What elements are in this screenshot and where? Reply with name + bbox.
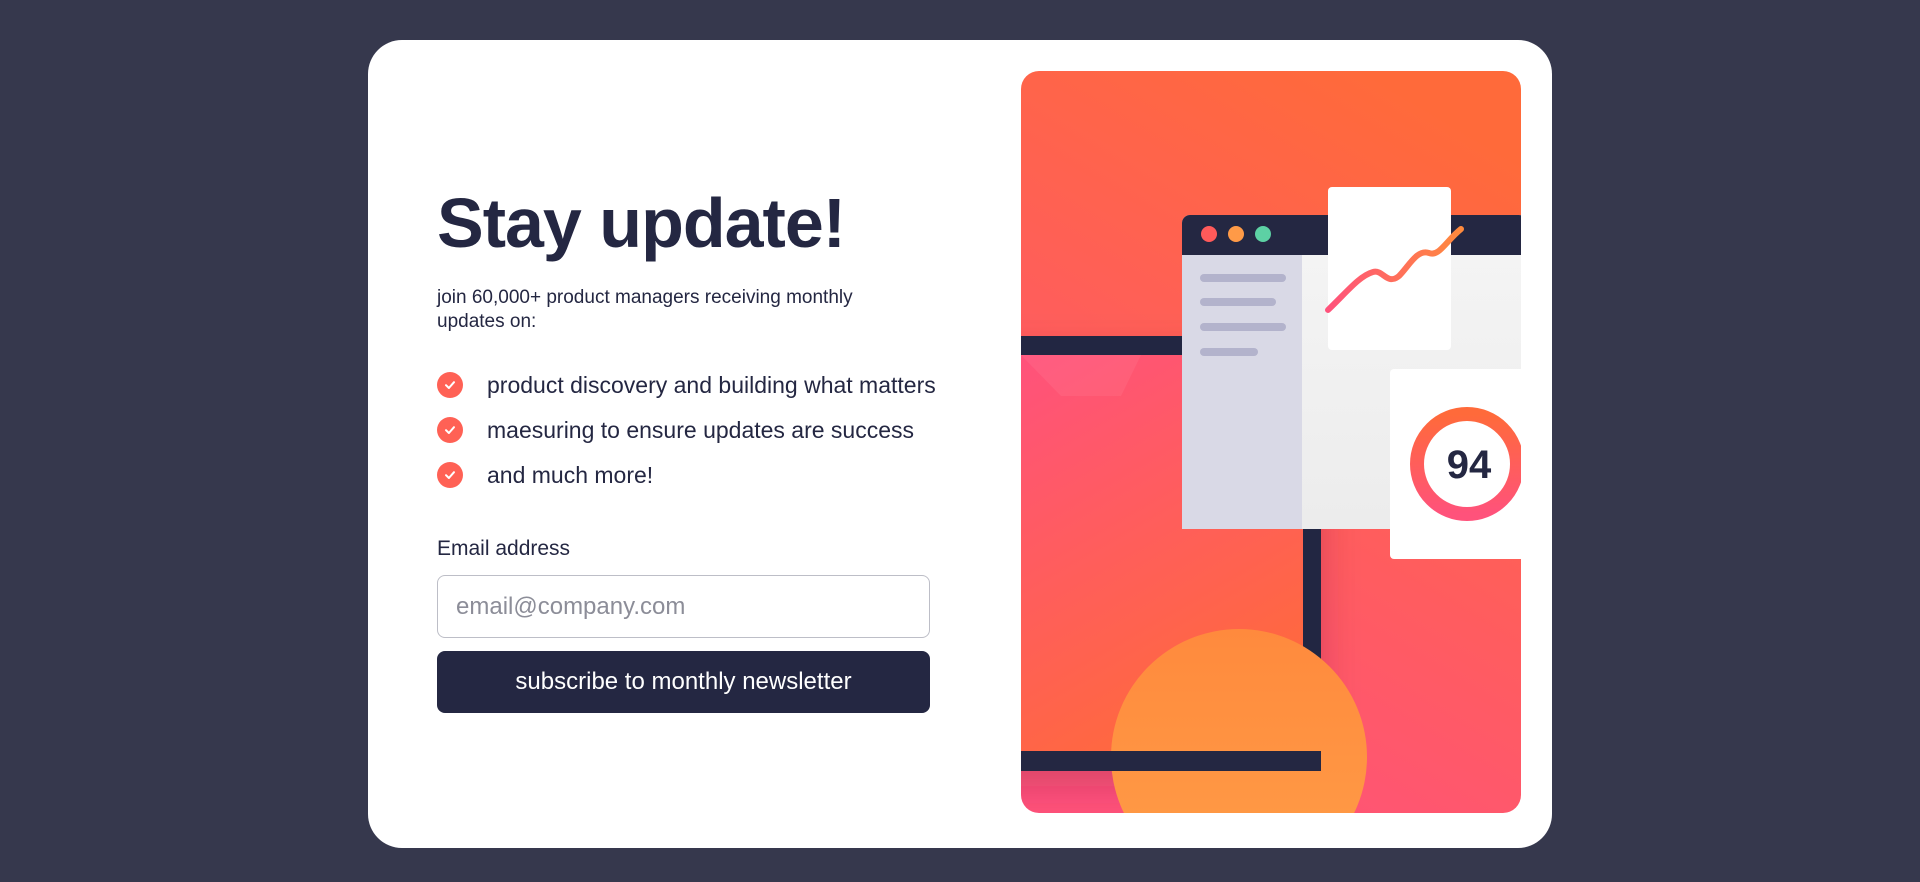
check-circle-icon [437, 372, 463, 398]
benefits-list: product discovery and building what matt… [437, 372, 997, 507]
email-label: Email address [437, 537, 571, 560]
window-dot-orange [1228, 226, 1244, 242]
benefit-item: product discovery and building what matt… [437, 372, 997, 417]
check-circle-icon [437, 462, 463, 488]
newsletter-card: Stay update! join 60,000+ product manage… [368, 40, 1552, 848]
email-field[interactable] [437, 575, 930, 638]
signup-form-section: Stay update! join 60,000+ product manage… [437, 188, 997, 713]
window-dot-green [1255, 226, 1271, 242]
dashboard-illustration: 94 [1021, 71, 1521, 813]
score-value: 94 [1447, 443, 1492, 487]
benefit-item: and much more! [437, 462, 997, 507]
illustration-graphic: 94 [1021, 71, 1521, 813]
page-title: Stay update! [437, 184, 846, 262]
benefit-text: maesuring to ensure updates are success [487, 417, 915, 443]
benefit-text: product discovery and building what matt… [487, 372, 936, 398]
subscribe-button[interactable]: subscribe to monthly newsletter [437, 651, 930, 713]
check-circle-icon [437, 417, 463, 443]
benefit-text: and much more! [487, 462, 654, 488]
subtitle: join 60,000+ product managers receiving … [437, 287, 853, 332]
window-dot-red [1201, 226, 1217, 242]
benefit-item: maesuring to ensure updates are success [437, 417, 997, 462]
